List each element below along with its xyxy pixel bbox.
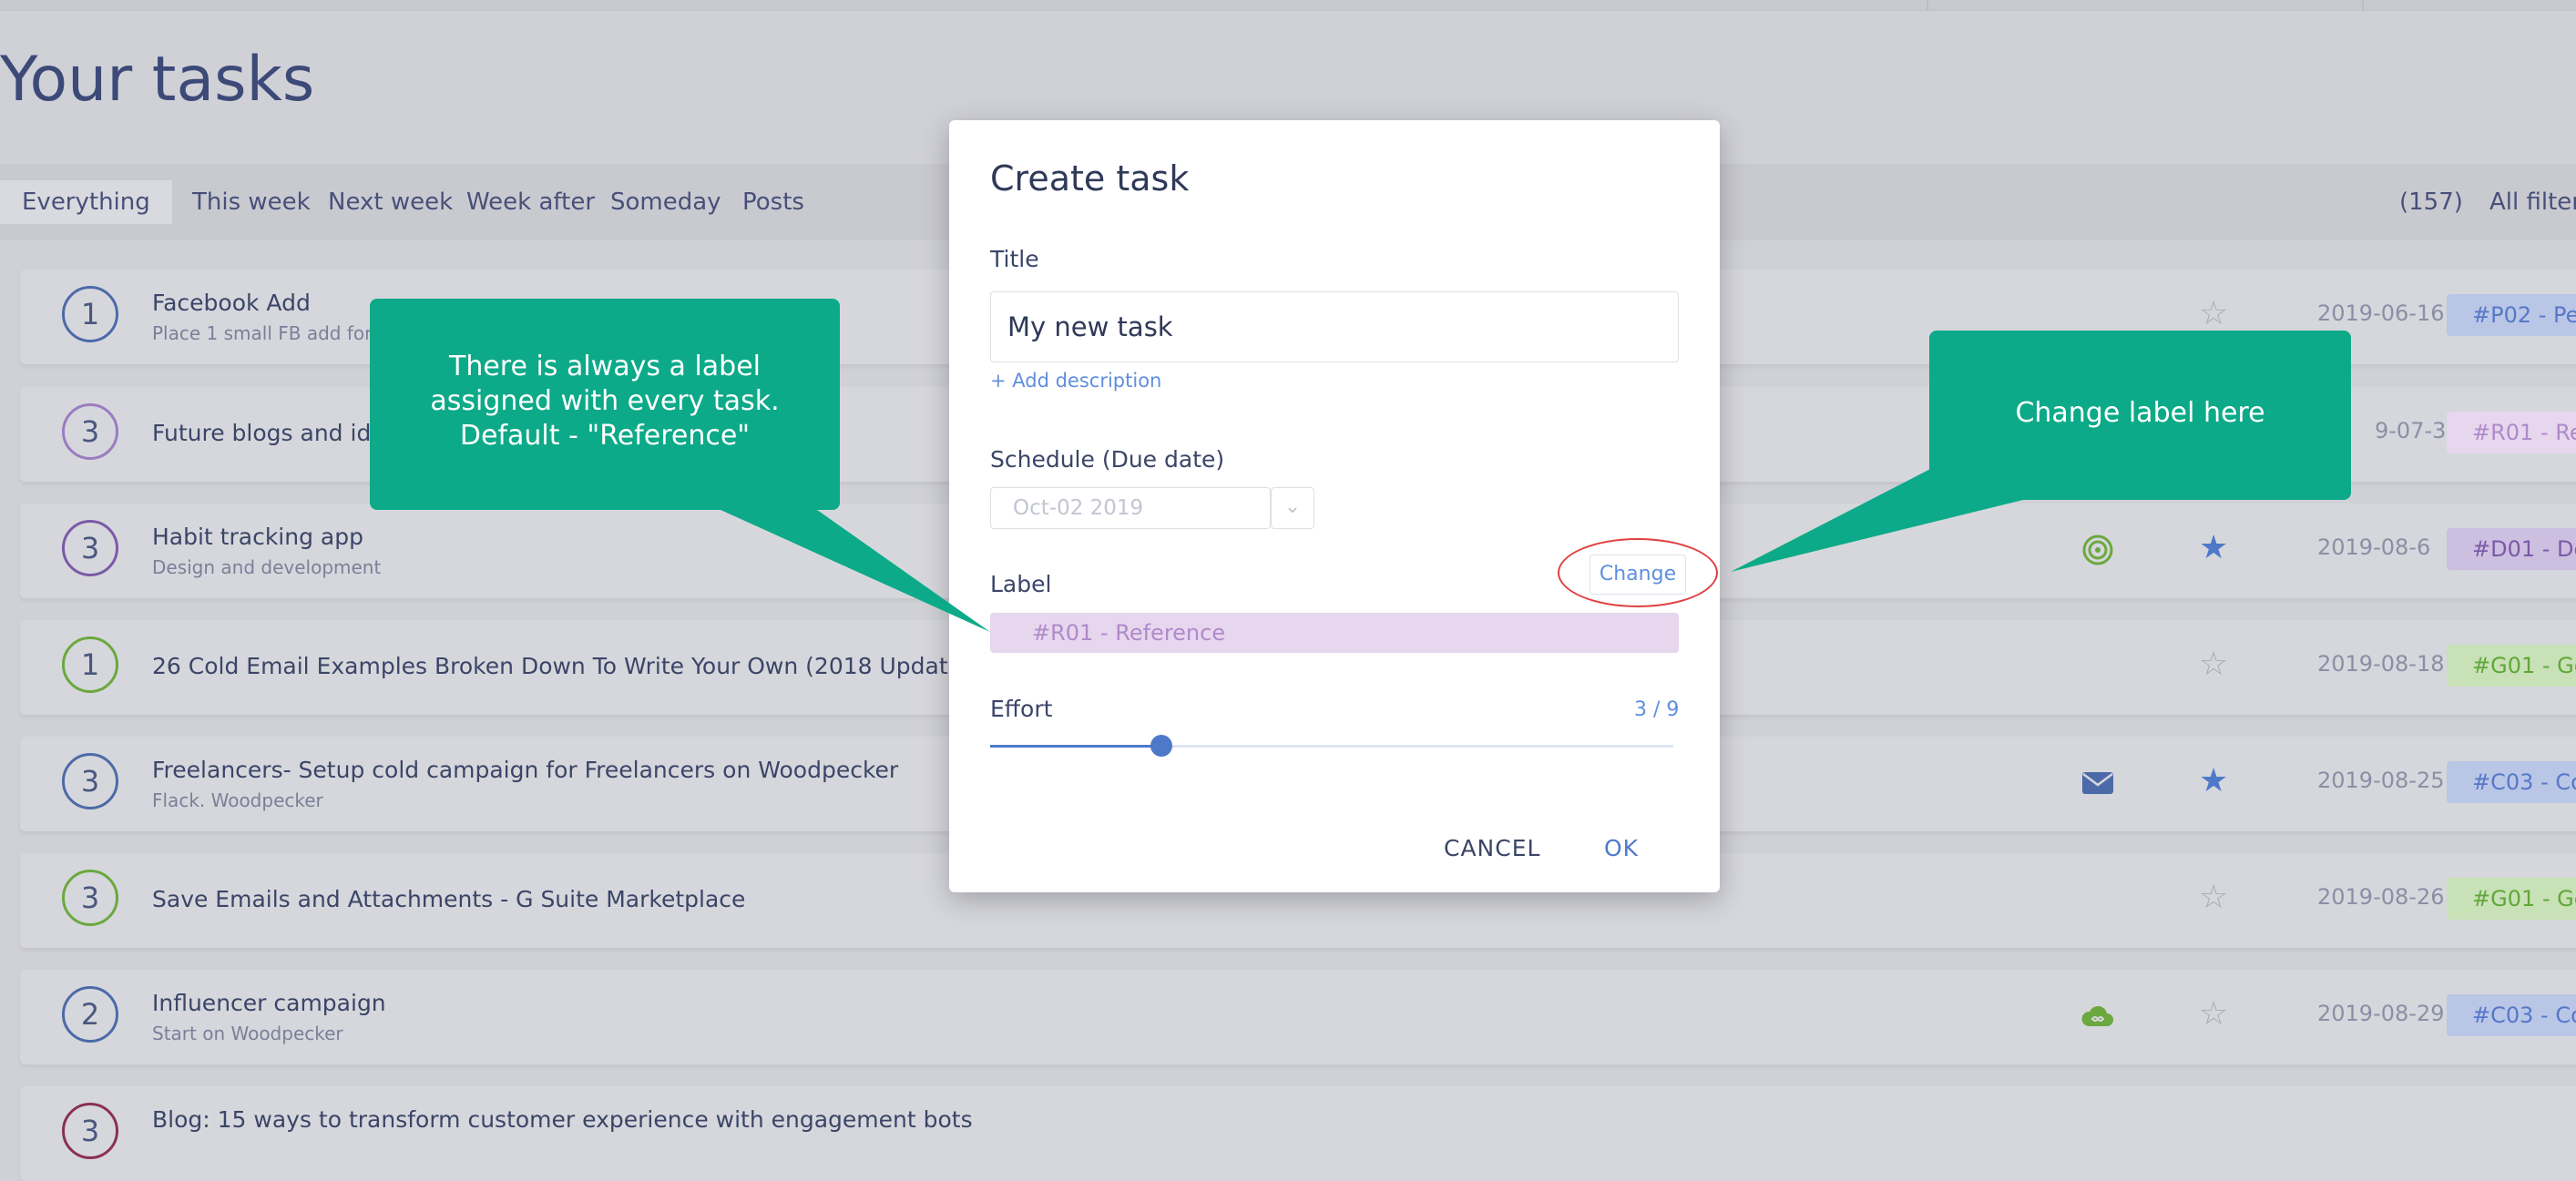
right-callout: Change label here (1929, 331, 2351, 500)
callout-line: Default - "Reference" (459, 420, 751, 452)
callout-line: There is always a label (449, 351, 761, 382)
callout-line: assigned with every task. (430, 385, 780, 417)
callout-pointers (710, 466, 2027, 632)
highlight-oval (1558, 538, 1718, 607)
callout-line: Change label here (2015, 397, 2265, 429)
left-callout-pointer (710, 505, 990, 632)
left-callout: There is always a label assigned with ev… (370, 299, 840, 510)
